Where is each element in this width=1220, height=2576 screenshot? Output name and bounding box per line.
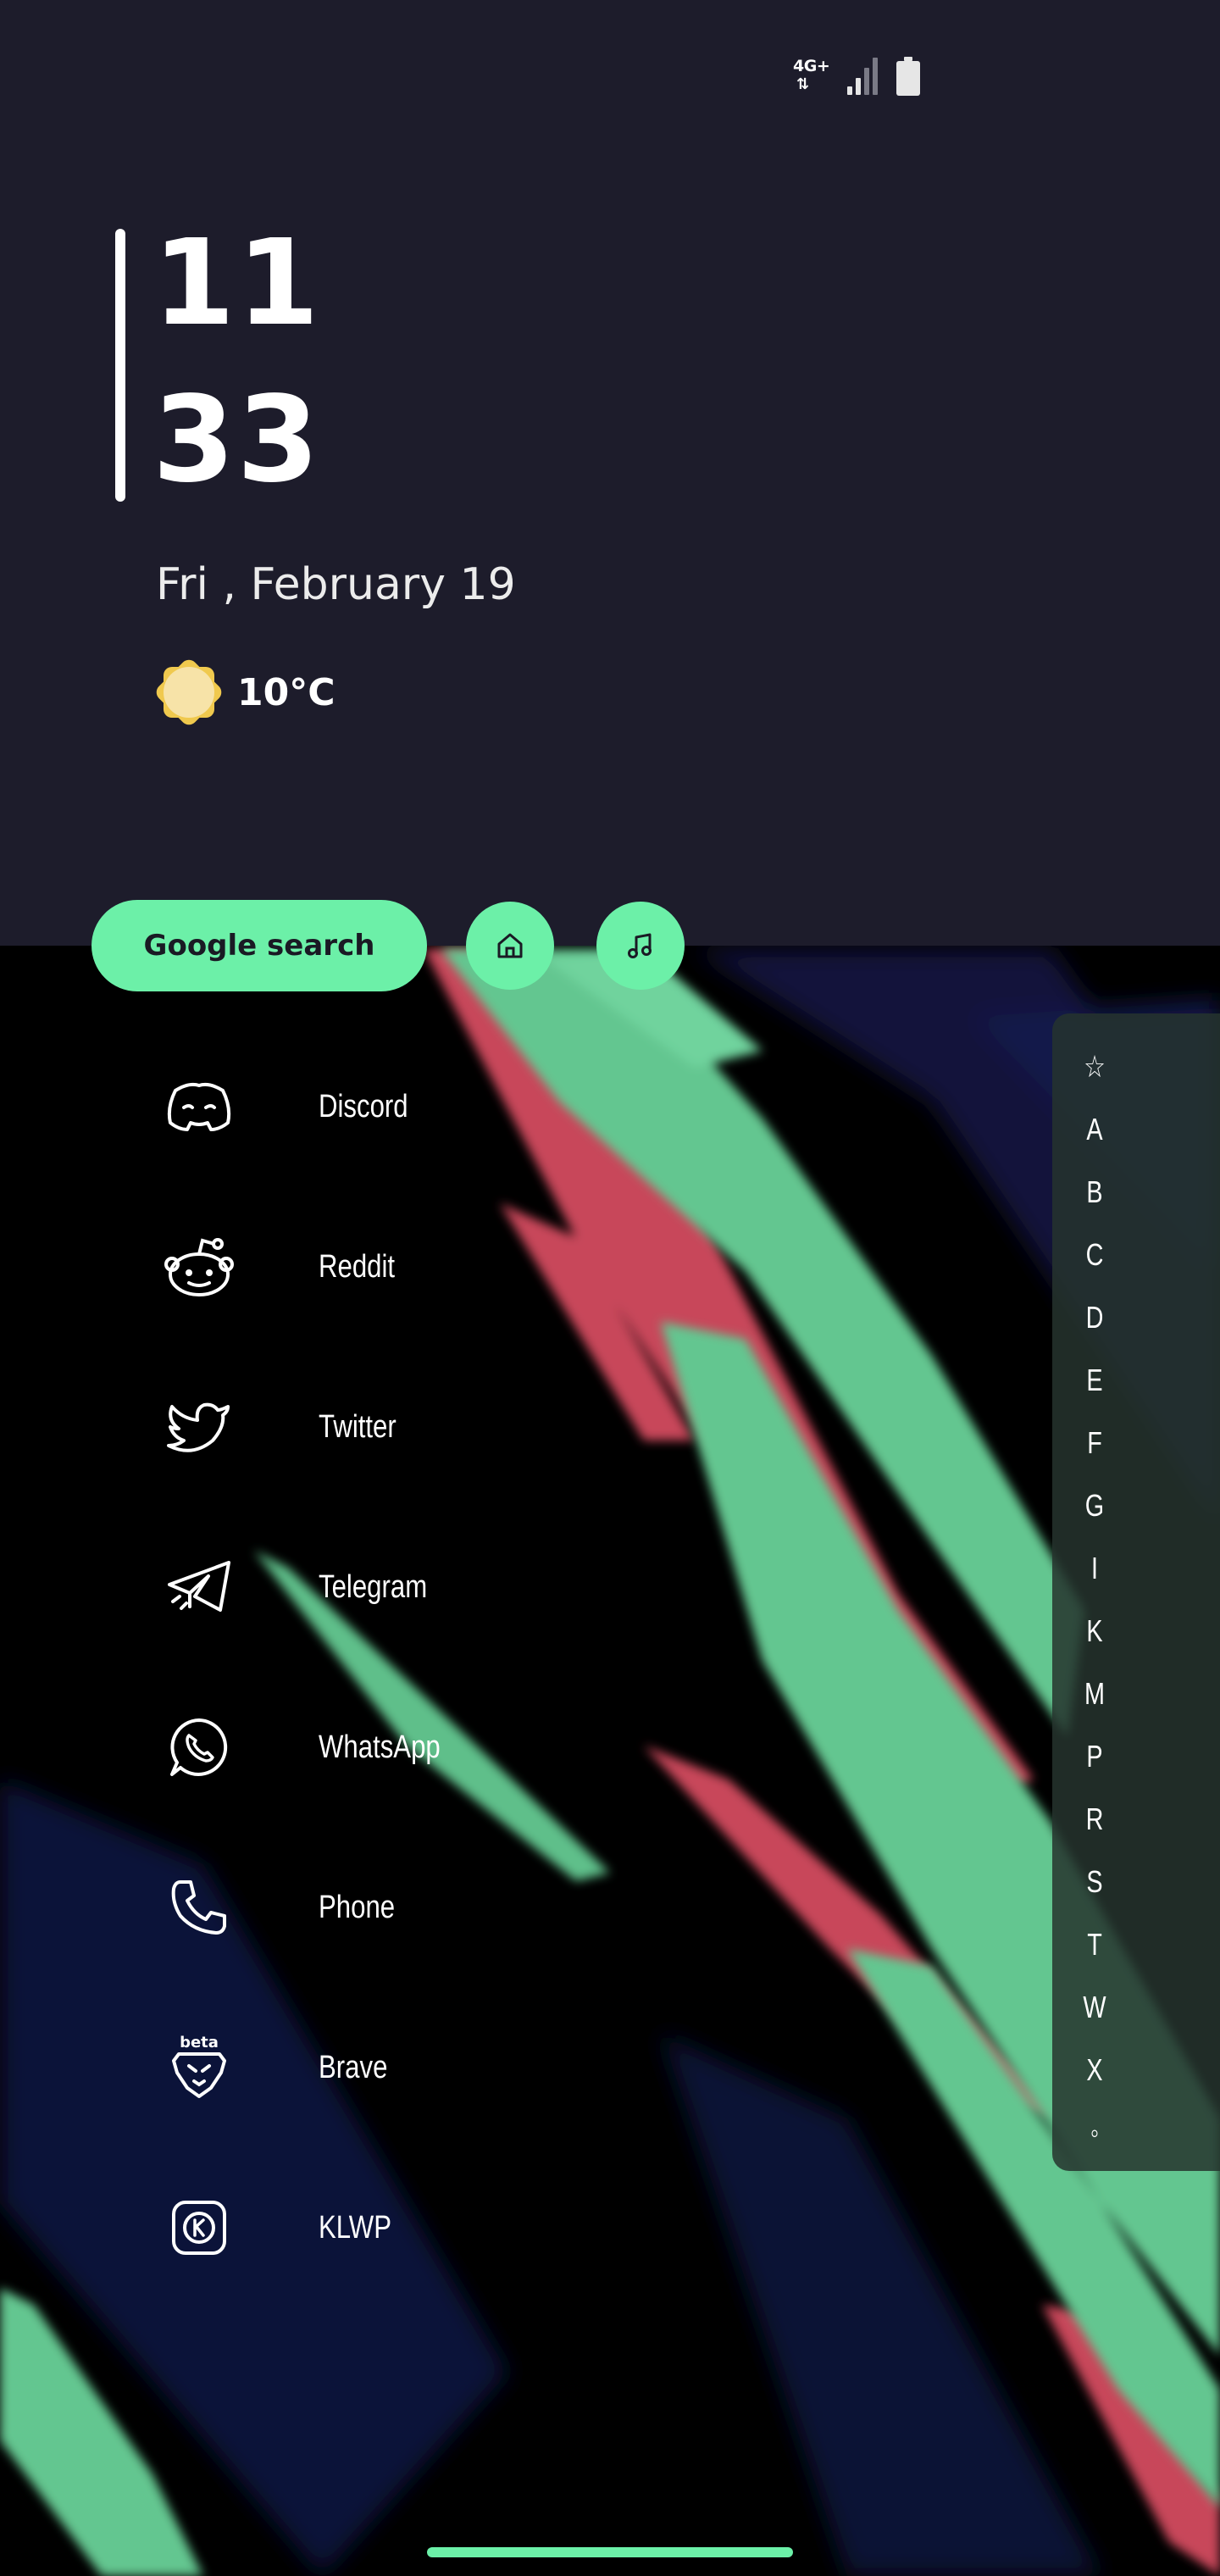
search-button-label: Google search <box>143 929 375 963</box>
temperature-label: 10°C <box>237 670 336 714</box>
alphabet-index[interactable]: ☆ A B C D E F G I K M P R S T W X ◦ <box>1052 1013 1220 2171</box>
telegram-icon <box>152 1541 246 1634</box>
discord-icon <box>152 1060 246 1153</box>
index-letter[interactable]: D <box>1061 1300 1128 1335</box>
index-letter[interactable]: T <box>1061 1927 1128 1963</box>
index-letter[interactable]: X <box>1061 2052 1128 2088</box>
index-letter[interactable]: I <box>1061 1551 1128 1586</box>
app-label: Discord <box>319 1088 408 1124</box>
reddit-icon <box>152 1220 246 1313</box>
app-label: Telegram <box>319 1568 428 1605</box>
klwp-icon <box>152 2181 246 2274</box>
app-label: Reddit <box>319 1248 396 1285</box>
index-letter[interactable]: S <box>1061 1864 1128 1900</box>
music-button[interactable] <box>596 902 685 990</box>
index-letter[interactable]: A <box>1061 1112 1128 1147</box>
index-letter[interactable]: F <box>1061 1425 1128 1461</box>
data-arrows-icon: 4G+ ⇅ <box>793 57 830 93</box>
index-letter[interactable]: M <box>1061 1676 1128 1712</box>
app-label: Phone <box>319 1889 396 1925</box>
status-bar: 4G+ ⇅ <box>791 51 920 102</box>
beta-badge: beta <box>180 2034 219 2051</box>
brave-icon: beta <box>152 2021 246 2114</box>
app-label: KLWP <box>319 2209 391 2246</box>
gesture-home-indicator[interactable] <box>427 2547 793 2557</box>
app-label: WhatsApp <box>319 1729 441 1765</box>
sun-icon <box>156 659 222 725</box>
home-icon <box>497 933 523 958</box>
battery-icon <box>896 57 920 96</box>
music-note-icon <box>628 933 652 958</box>
index-letter[interactable]: C <box>1061 1237 1128 1273</box>
clock-hour[interactable]: 11 <box>152 225 321 343</box>
app-item-twitter[interactable]: Twitter <box>152 1376 661 1478</box>
signal-icon <box>847 58 881 95</box>
clock-accent-bar <box>115 229 125 502</box>
app-item-discord[interactable]: Discord <box>152 1056 661 1158</box>
index-letter[interactable]: ☆ <box>1061 1049 1128 1085</box>
app-item-reddit[interactable]: Reddit <box>152 1216 661 1318</box>
app-item-klwp[interactable]: KLWP <box>152 2177 661 2279</box>
app-label: Twitter <box>319 1408 396 1445</box>
app-item-telegram[interactable]: Telegram <box>152 1536 661 1638</box>
index-letter[interactable]: G <box>1061 1488 1128 1524</box>
index-letter[interactable]: ◦ <box>1061 2115 1128 2151</box>
home-button[interactable] <box>466 902 554 990</box>
app-item-phone[interactable]: Phone <box>152 1857 661 1958</box>
clock-minute[interactable]: 33 <box>152 381 321 500</box>
app-item-whatsapp[interactable]: WhatsApp <box>152 1696 661 1798</box>
index-letter[interactable]: B <box>1061 1174 1128 1210</box>
date-label[interactable]: Fri , February 19 <box>156 559 516 610</box>
twitter-icon <box>152 1380 246 1474</box>
app-label: Brave <box>319 2049 388 2085</box>
google-search-button[interactable]: Google search <box>92 900 427 991</box>
index-letter[interactable]: R <box>1061 1802 1128 1837</box>
index-letter[interactable]: K <box>1061 1613 1128 1649</box>
phone-icon <box>152 1861 246 1954</box>
app-item-brave[interactable]: beta Brave <box>152 2017 661 2118</box>
weather-widget[interactable]: 10°C <box>151 654 336 730</box>
index-letter[interactable]: P <box>1061 1739 1128 1774</box>
network-type-label: 4G+ <box>793 57 830 75</box>
index-letter[interactable]: W <box>1061 1990 1128 2025</box>
whatsapp-icon <box>152 1701 246 1794</box>
index-letter[interactable]: E <box>1061 1363 1128 1398</box>
